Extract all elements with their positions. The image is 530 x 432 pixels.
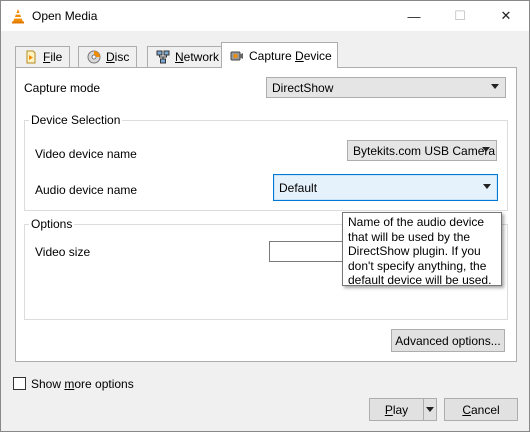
tab-disc-label: Disc: [106, 50, 130, 64]
title-bar: Open Media — ☐ ✕: [1, 1, 529, 31]
video-device-label: Video device name: [35, 147, 137, 161]
file-icon: [26, 50, 36, 64]
tooltip-line: don't specify anything, the: [348, 258, 487, 273]
audio-device-value: Default: [279, 180, 318, 195]
tooltip-line: DirectShow plugin. If you: [348, 244, 481, 258]
audio-device-tooltip: Name of the audio device that will be us…: [342, 212, 502, 287]
tooltip-line: Name of the audio device: [348, 215, 485, 229]
tab-network-label: Network: [175, 50, 220, 64]
network-icon: [156, 50, 170, 64]
capture-mode-value: DirectShow: [272, 80, 334, 95]
video-size-label: Video size: [35, 245, 91, 259]
open-media-window: Open Media — ☐ ✕ File Disc Network Captu…: [0, 0, 530, 432]
video-device-value: Bytekits.com USB Camera: [353, 143, 496, 158]
chevron-down-icon: [482, 147, 490, 152]
play-dropdown-button[interactable]: [423, 398, 437, 421]
capture-mode-label: Capture mode: [24, 81, 101, 95]
tooltip-line: that will be used by the: [348, 229, 471, 244]
options-title: Options: [29, 217, 75, 231]
maximize-button[interactable]: ☐: [437, 1, 483, 31]
device-selection-group: Device Selection Video device name Bytek…: [24, 113, 508, 211]
window-title: Open Media: [32, 9, 98, 23]
play-button[interactable]: Play: [369, 398, 424, 421]
cancel-button[interactable]: Cancel: [444, 398, 518, 421]
chevron-down-icon: [491, 84, 499, 89]
cancel-button-label: Cancel: [462, 402, 500, 417]
play-button-label: Play: [384, 402, 409, 417]
show-more-options-label[interactable]: Show more options: [31, 377, 134, 391]
chevron-down-icon: [426, 407, 434, 412]
audio-device-label: Audio device name: [35, 183, 138, 197]
show-more-options-checkbox[interactable]: [13, 377, 26, 390]
minimize-button[interactable]: —: [391, 1, 437, 31]
audio-device-select[interactable]: Default: [273, 174, 498, 201]
tab-file[interactable]: File: [15, 46, 70, 67]
disc-icon: [87, 50, 101, 64]
capture-device-icon: [230, 51, 243, 60]
tab-network[interactable]: Network: [147, 46, 229, 67]
chevron-down-icon: [483, 184, 491, 189]
device-selection-title: Device Selection: [29, 113, 123, 127]
video-device-select[interactable]: Bytekits.com USB Camera: [347, 140, 497, 161]
tab-file-label: File: [43, 50, 63, 64]
tooltip-line: default device will be used.: [348, 273, 492, 287]
tab-capture-device[interactable]: Capture Device: [221, 42, 338, 68]
capture-mode-select[interactable]: DirectShow: [266, 77, 506, 98]
advanced-options-button[interactable]: Advanced options...: [391, 329, 505, 352]
close-button[interactable]: ✕: [483, 1, 529, 31]
vlc-cone-icon: [12, 9, 24, 24]
tab-disc[interactable]: Disc: [78, 46, 137, 67]
tab-capture-device-label: Capture Device: [249, 48, 332, 63]
